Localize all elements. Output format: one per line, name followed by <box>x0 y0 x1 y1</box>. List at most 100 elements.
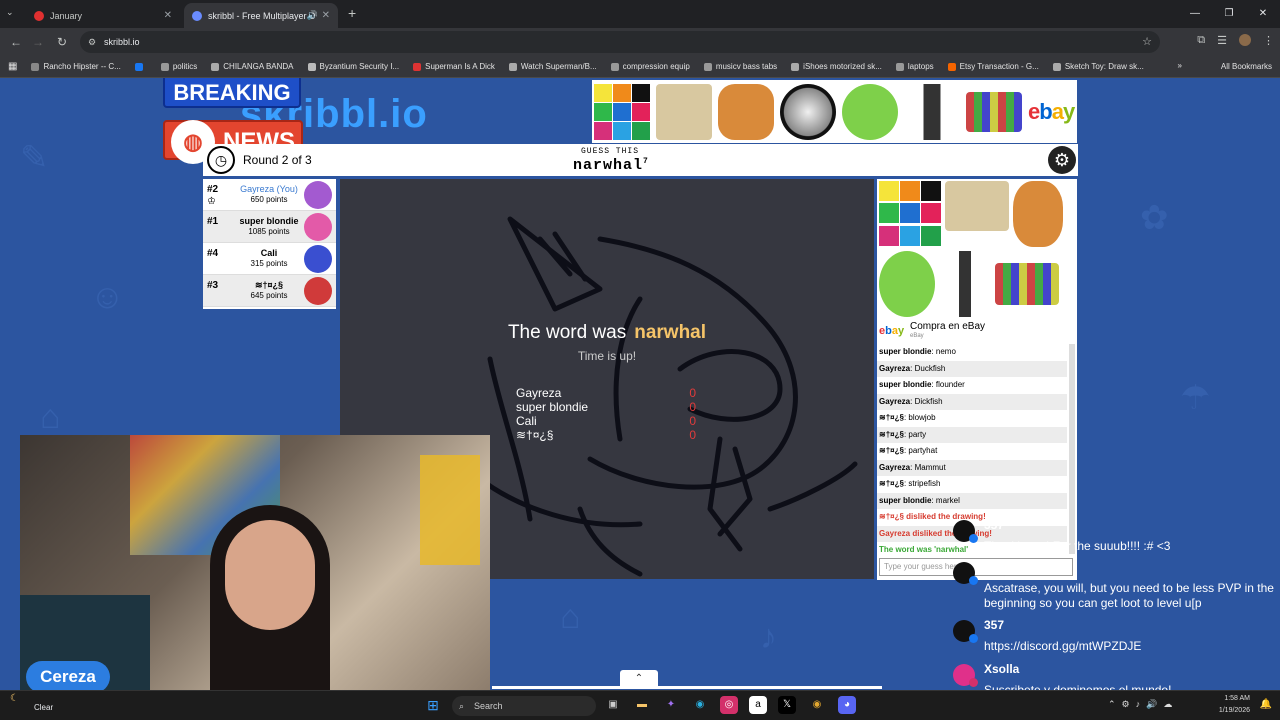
task-view-icon[interactable]: ▣ <box>604 696 622 714</box>
green-monster-image <box>879 251 935 317</box>
bookmark-item[interactable]: politics <box>160 62 197 71</box>
player-rank: #4 <box>207 248 219 259</box>
stream-chat-user: 357 <box>984 518 1005 532</box>
color-swatch-ad <box>879 181 941 247</box>
instagram-icon <box>969 678 978 687</box>
new-tab-button[interactable]: + <box>348 5 356 21</box>
stream-chat-user: 357 <box>984 618 1005 632</box>
orange-figure-image <box>718 83 774 140</box>
menu-icon[interactable]: ⋮ <box>1263 34 1274 47</box>
ebay-ad-bar[interactable]: ebay Compra en eBay eBay <box>877 320 1077 342</box>
bookmark-item[interactable]: Watch Superman/B... <box>508 62 597 71</box>
close-icon[interactable]: ✕ <box>164 10 172 21</box>
tab-january[interactable]: January ✕ <box>26 3 180 28</box>
apps-icon[interactable]: ▦ <box>8 61 17 72</box>
player-row[interactable]: #3 ≋†¤¿§ 645 points <box>203 275 336 307</box>
bookmark-item[interactable]: Etsy Transaction - G... <box>947 62 1039 71</box>
bookmark-item[interactable]: Sketch Toy: Draw sk... <box>1052 62 1144 71</box>
player-avatar <box>304 277 332 305</box>
site-info-icon[interactable]: ⚙ <box>88 31 96 53</box>
bookmarks-bar: ▦ Rancho Hipster -- C... politics CHILANGA… <box>0 56 1280 78</box>
player-row[interactable]: #1 super blondie 1085 points <box>203 211 336 243</box>
profile-avatar[interactable] <box>1239 34 1251 46</box>
player-rank: #2 <box>207 184 219 195</box>
bookmark-favicon-icon <box>134 62 143 71</box>
player-row[interactable]: #4 Cali 315 points <box>203 243 336 275</box>
bookmark-item[interactable]: musicv bass tabs <box>703 62 777 71</box>
reading-list-icon[interactable]: ☰ <box>1217 34 1227 47</box>
player-rank: #1 <box>207 216 219 227</box>
copilot-icon[interactable]: ✦ <box>662 696 680 714</box>
forward-icon[interactable]: → <box>26 35 50 49</box>
windows-start-icon[interactable]: ⊞ <box>424 696 442 714</box>
bookmark-label: Superman Is A Dick <box>425 62 495 71</box>
more-bookmarks-icon[interactable]: » <box>1178 61 1182 70</box>
bookmark-item[interactable]: Superman Is A Dick <box>413 62 495 71</box>
bookmark-label: Byzantium Security I... <box>319 62 400 71</box>
close-window-icon[interactable]: ✕ <box>1246 0 1280 28</box>
bookmark-star-icon[interactable]: ☆ <box>1142 31 1152 53</box>
stream-chat-text: Ascatrase, you will, but you need to be … <box>984 581 1274 610</box>
toy-box-image <box>945 181 1009 231</box>
chat-user: super blondie <box>879 380 932 389</box>
instagram-icon[interactable]: ◎ <box>720 696 738 714</box>
amazon-icon[interactable]: a <box>749 696 767 714</box>
file-explorer-icon[interactable]: ▬ <box>633 696 651 714</box>
player-row[interactable]: #2 ♔ Gayreza (You) 650 points <box>203 179 336 211</box>
score-row: ≋†¤¿§ 0 <box>516 428 696 442</box>
round-mirror-image <box>780 83 836 140</box>
ebay-small-logo: ebay <box>879 325 905 337</box>
player-points: 645 points <box>250 291 288 300</box>
close-icon[interactable]: ✕ <box>322 10 330 21</box>
extensions-icon[interactable]: ⧉ <box>1197 34 1205 47</box>
color-checker-image <box>966 91 1022 132</box>
url-text: skribbl.io <box>104 37 140 47</box>
restore-icon[interactable]: ❐ <box>1212 0 1246 28</box>
bookmark-item[interactable]: CHILANGA BANDA <box>211 62 294 71</box>
weather-icon[interactable]: ☾ <box>10 693 19 704</box>
tab-skribbl[interactable]: skribbl - Free Multiplayer D 🔊 ✕ <box>184 3 338 28</box>
taskbar-search[interactable]: ⌕ Search <box>452 696 596 716</box>
system-tray[interactable]: ⌃⚙♪🔊☁ <box>1108 699 1178 710</box>
clock[interactable]: 1:58 AM 1/19/2026 <box>1219 693 1250 717</box>
bookmark-item[interactable]: compression equip <box>610 62 690 71</box>
bookmark-favicon-icon <box>160 62 169 71</box>
bookmark-item[interactable]: Rancho Hipster -- C... <box>31 62 121 71</box>
bg-doodle: ✎ <box>20 139 49 177</box>
settings-gear-icon[interactable]: ⚙ <box>1048 146 1076 174</box>
chat-text: markel <box>935 495 960 505</box>
ad-banner-top[interactable]: ebay <box>592 80 1077 143</box>
bookmark-item[interactable] <box>134 62 147 71</box>
bookmark-item[interactable]: Byzantium Security I... <box>307 62 400 71</box>
bookmark-item[interactable]: laptops <box>895 62 934 71</box>
tab-search-button[interactable]: ⌄ <box>6 7 14 18</box>
audio-icon[interactable]: 🔊 <box>307 10 318 21</box>
chrome-icon[interactable]: ◉ <box>808 696 826 714</box>
discord-icon[interactable]: ◕ <box>838 696 856 714</box>
score-points: 0 <box>689 414 696 428</box>
back-icon[interactable]: ← <box>4 35 28 49</box>
chat-text: flounder <box>935 380 965 389</box>
ad-side[interactable] <box>877 179 1077 322</box>
score-name: ≋†¤¿§ <box>516 428 554 442</box>
bookmark-item[interactable]: iShoes motorized sk... <box>791 62 882 71</box>
player-rank: #3 <box>207 280 219 291</box>
weather-text[interactable]: Clear <box>34 703 53 712</box>
edge-icon[interactable]: ◉ <box>691 696 709 714</box>
word-text: narwhal <box>573 157 644 174</box>
reload-icon[interactable]: ↻ <box>50 35 74 49</box>
player-avatar <box>304 181 332 209</box>
bg-doodle: ⌂ <box>40 398 61 436</box>
all-bookmarks-button[interactable]: All Bookmarks <box>1221 62 1272 71</box>
bookmark-favicon-icon <box>31 62 40 71</box>
notification-icon[interactable]: 🔔 <box>1260 699 1272 710</box>
minimize-icon[interactable]: — <box>1178 0 1212 28</box>
green-monster-image <box>842 83 898 140</box>
tab-strip: ⌄ January ✕ skribbl - Free Multiplayer D… <box>0 0 1280 28</box>
result-word: narwhal <box>634 322 707 343</box>
x-icon[interactable]: 𝕏 <box>778 696 796 714</box>
chat-message: super blondie: nemo <box>879 347 956 356</box>
address-bar[interactable]: ⚙ skribbl.io ☆ <box>80 31 1160 53</box>
result-prefix: The word was <box>507 322 627 343</box>
chat-text: stripefish <box>908 479 941 488</box>
